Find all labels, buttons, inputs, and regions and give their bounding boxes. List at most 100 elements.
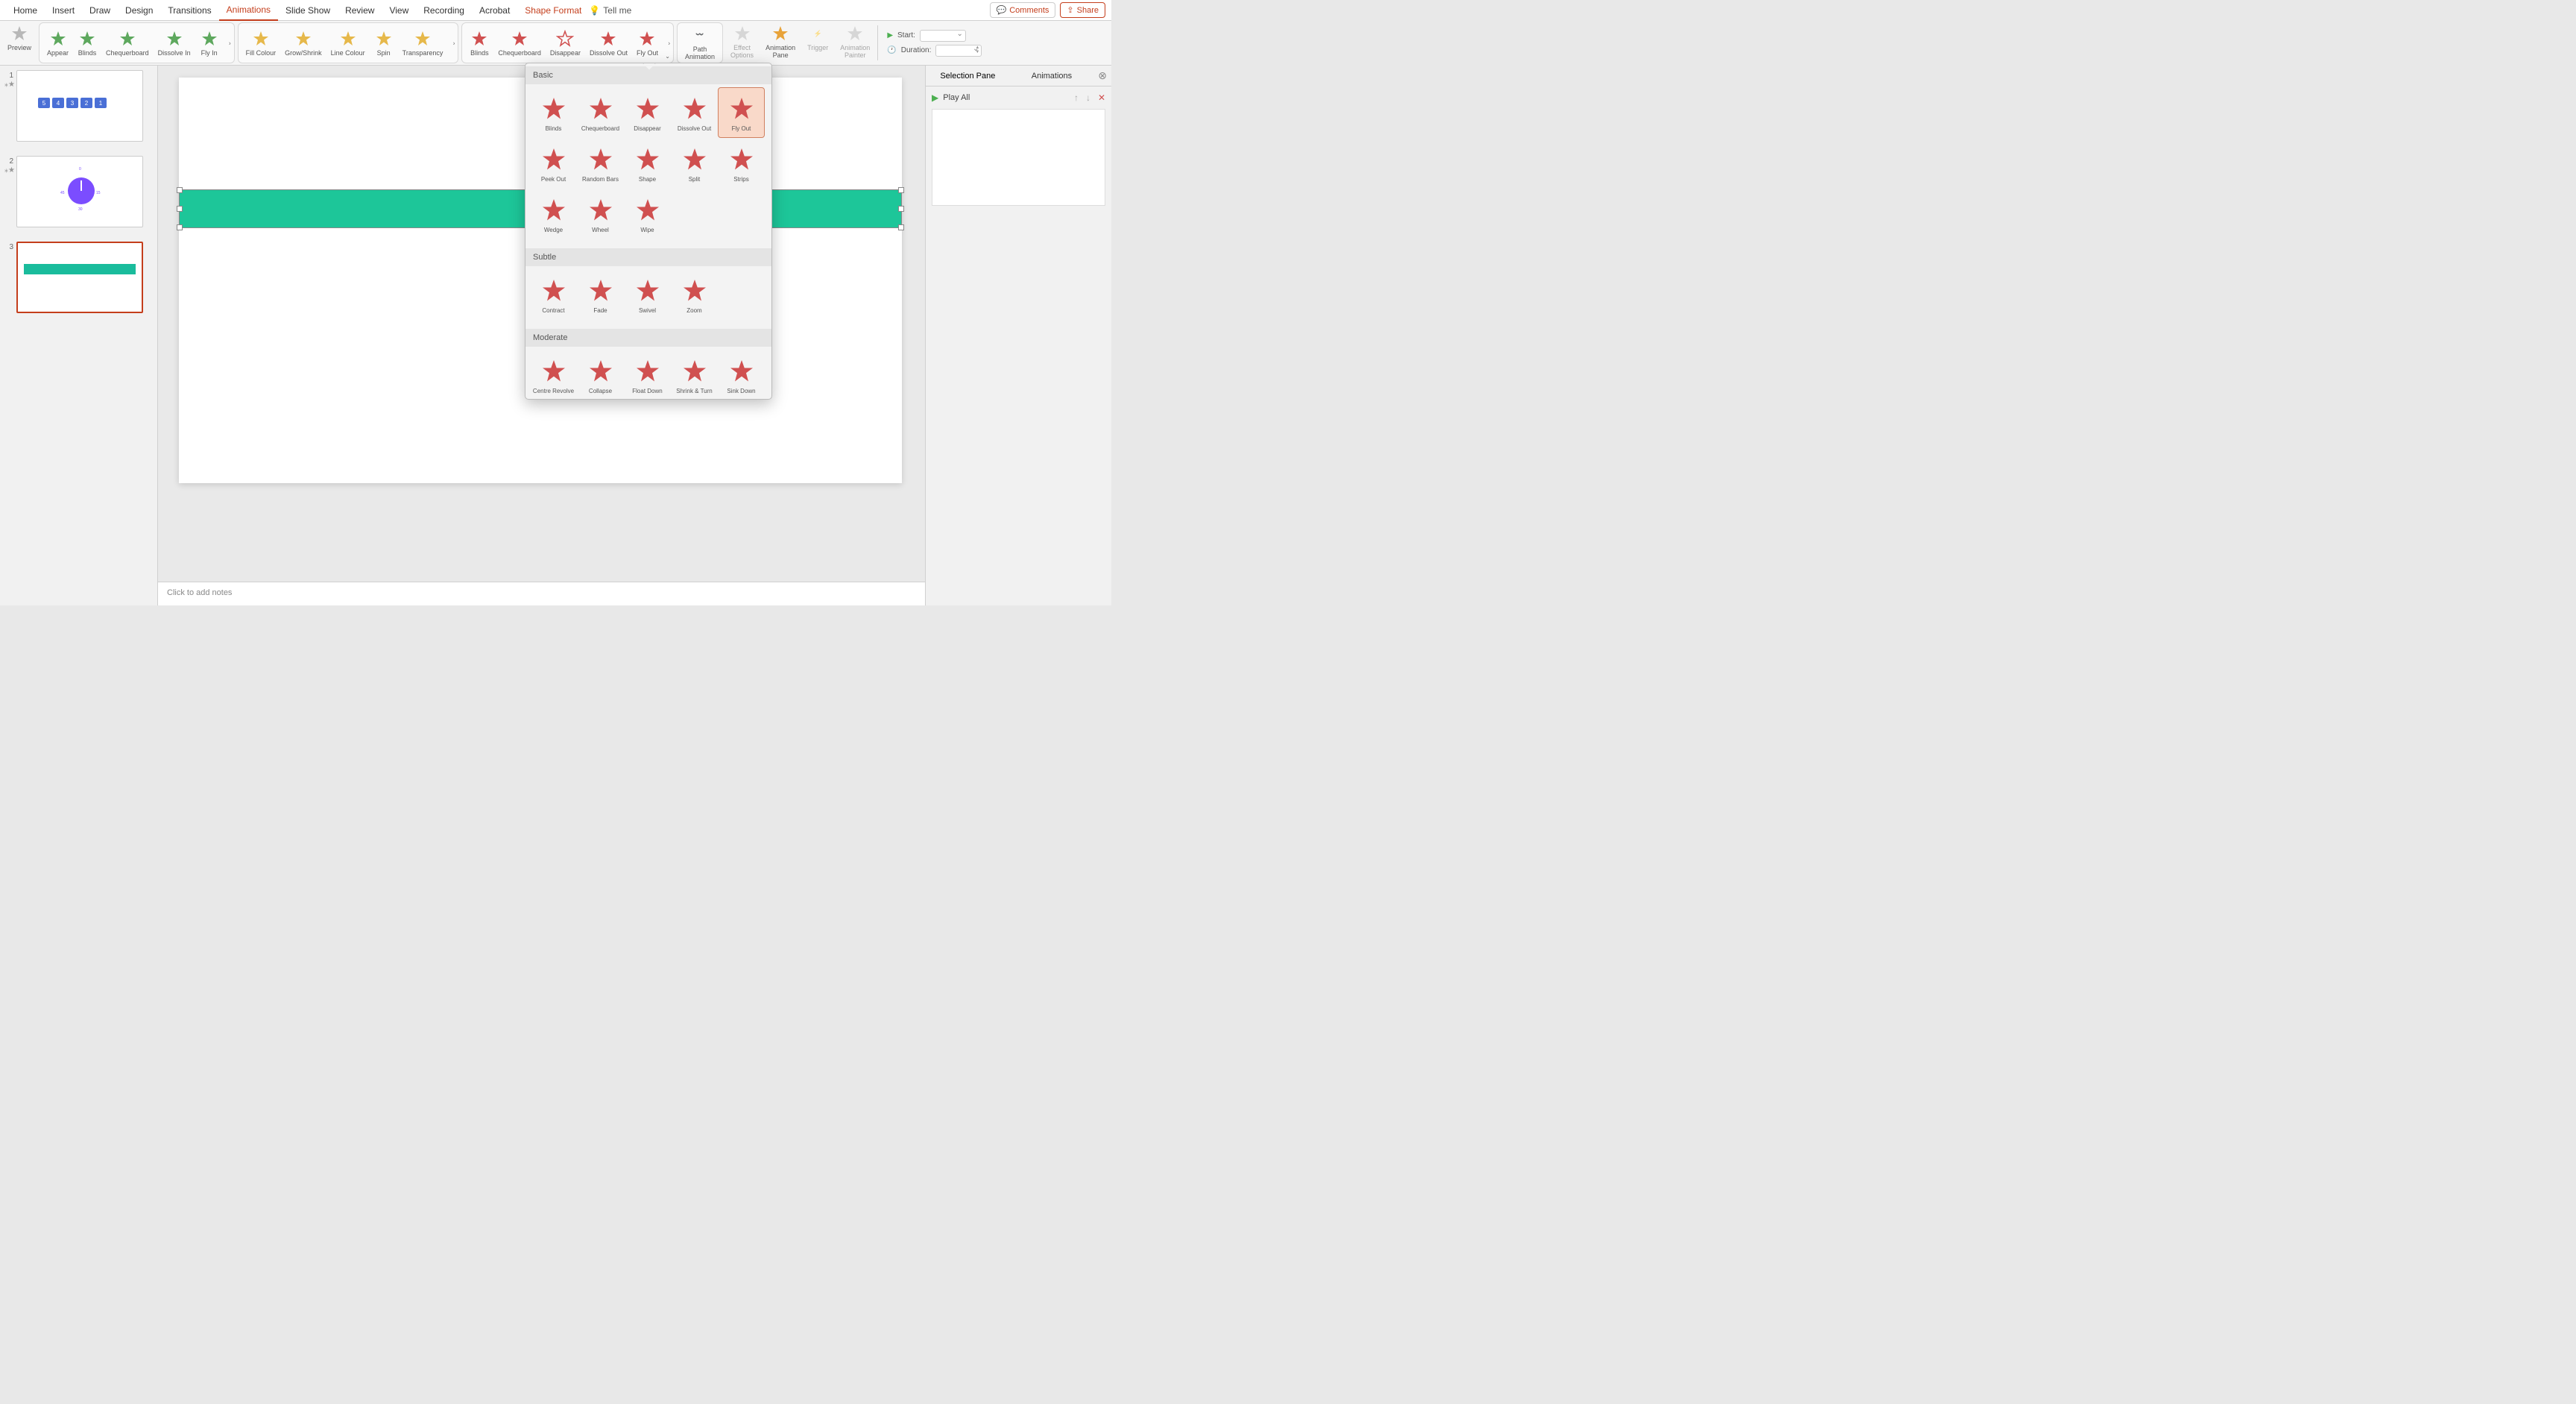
emphasis-transparency[interactable]: Transparency	[398, 28, 448, 59]
star-icon	[680, 356, 710, 386]
exit-chequerboard[interactable]: Chequerboard	[493, 28, 546, 59]
comments-button[interactable]: 💬 Comments	[990, 2, 1056, 18]
effect-options-button[interactable]: Effect Options	[726, 22, 758, 63]
tab-transitions[interactable]: Transitions	[160, 1, 218, 20]
gallery-item-split[interactable]: Split	[671, 138, 718, 189]
play-all-button[interactable]: Play All	[943, 93, 970, 102]
exit-dissolve-out[interactable]: Dissolve Out	[585, 28, 632, 59]
tab-recording[interactable]: Recording	[416, 1, 472, 20]
entrance-more-icon[interactable]: ›	[227, 38, 233, 48]
entrance-chequerboard[interactable]: Chequerboard	[101, 28, 154, 59]
emphasis-spin[interactable]: Spin	[370, 28, 398, 59]
entrance-blinds[interactable]: Blinds	[73, 28, 101, 59]
tab-insert[interactable]: Insert	[45, 1, 82, 20]
gallery-item-contract[interactable]: Contract	[530, 269, 577, 320]
tab-draw[interactable]: Draw	[82, 1, 118, 20]
thumb-box: 1	[95, 98, 107, 108]
emphasis-line-colour[interactable]: Line Colour	[326, 28, 370, 59]
gallery-scroll[interactable]: Basic BlindsChequerboardDisappearDissolv…	[525, 63, 771, 399]
gallery-item-shape[interactable]: Shape	[624, 138, 671, 189]
tab-animations[interactable]: Animations	[219, 0, 278, 21]
comments-label: Comments	[1009, 6, 1049, 15]
entrance-fly-in[interactable]: Fly In	[195, 28, 224, 59]
gallery-item-dissolve-out[interactable]: Dissolve Out	[671, 87, 718, 138]
animation-list[interactable]	[932, 109, 1105, 206]
share-button[interactable]: ⇪ Share	[1060, 2, 1105, 18]
gallery-item-centre-revolve[interactable]: Centre Revolve	[530, 350, 577, 399]
exit-fly-out[interactable]: Fly Out	[632, 28, 663, 59]
tell-me[interactable]: 💡 Tell me	[589, 5, 631, 16]
painter-icon	[845, 24, 865, 43]
star-icon	[680, 145, 710, 174]
resize-handle[interactable]	[898, 206, 904, 212]
star-icon	[727, 94, 757, 124]
gallery-item-shrink-turn[interactable]: Shrink & Turn	[671, 350, 718, 399]
gallery-item-random-bars[interactable]: Random Bars	[577, 138, 624, 189]
resize-handle[interactable]	[898, 187, 904, 193]
gallery-item-strips[interactable]: Strips	[718, 138, 765, 189]
start-combo[interactable]	[920, 30, 966, 42]
gallery-item-sink-down[interactable]: Sink Down	[718, 350, 765, 399]
resize-handle[interactable]	[177, 187, 183, 193]
animation-painter-button[interactable]: Animation Painter	[836, 22, 874, 63]
gallery-item-blinds[interactable]: Blinds	[530, 87, 577, 138]
gallery-item-chequerboard[interactable]: Chequerboard	[577, 87, 624, 138]
gallery-item-peek-out[interactable]: Peek Out	[530, 138, 577, 189]
selection-pane-tab[interactable]: Selection Pane	[926, 67, 1010, 85]
emphasis-gallery: Fill Colour Grow/Shrink Line Colour Spin…	[238, 22, 459, 63]
slide-thumb-3[interactable]	[16, 242, 143, 313]
exit-more-icon[interactable]: ›	[666, 38, 672, 48]
tab-home[interactable]: Home	[6, 1, 45, 20]
gallery-item-swivel[interactable]: Swivel	[624, 269, 671, 320]
emphasis-grow-shrink[interactable]: Grow/Shrink	[280, 28, 326, 59]
gallery-item-label: Swivel	[639, 307, 656, 314]
animation-pane-button[interactable]: Animation Pane	[761, 22, 800, 63]
entrance-dissolve-in[interactable]: Dissolve In	[154, 28, 195, 59]
share-label: Share	[1077, 6, 1099, 15]
animations-pane-tab[interactable]: Animations	[1010, 67, 1094, 85]
gallery-item-wedge[interactable]: Wedge	[530, 189, 577, 239]
gallery-item-wheel[interactable]: Wheel	[577, 189, 624, 239]
resize-handle[interactable]	[177, 224, 183, 230]
emphasis-more-icon[interactable]: ›	[452, 38, 457, 48]
gallery-item-float-down[interactable]: Float Down	[624, 350, 671, 399]
exit-disappear[interactable]: Disappear	[546, 28, 585, 59]
exit-blinds[interactable]: Blinds	[465, 28, 493, 59]
gallery-item-label: Peek Out	[541, 176, 566, 183]
duration-stepper[interactable]: ▲▼	[935, 45, 982, 57]
lightbulb-icon: 💡	[589, 5, 600, 16]
delete-icon[interactable]: ✕	[1098, 92, 1105, 103]
slide-thumb-2[interactable]: 0 15 30 45	[16, 156, 143, 227]
tab-slide-show[interactable]: Slide Show	[278, 1, 338, 20]
tab-design[interactable]: Design	[118, 1, 160, 20]
gallery-item-disappear[interactable]: Disappear	[624, 87, 671, 138]
close-panel-icon[interactable]: ⊗	[1093, 69, 1111, 82]
move-up-icon[interactable]: ↑	[1074, 92, 1079, 103]
gallery-item-wipe[interactable]: Wipe	[624, 189, 671, 239]
emphasis-fill-colour[interactable]: Fill Colour	[242, 28, 281, 59]
exit-dropdown-icon[interactable]: ⌄	[663, 51, 672, 61]
tab-view[interactable]: View	[382, 1, 416, 20]
path-animation-button[interactable]: 〰️ Path Animation	[681, 24, 719, 63]
gallery-item-zoom[interactable]: Zoom	[671, 269, 718, 320]
trigger-button[interactable]: ⚡ Trigger	[803, 22, 833, 63]
slide-panel[interactable]: 1 5 4 3 2 1 ⁎★ 2 0 15	[0, 66, 158, 605]
entrance-appear[interactable]: Appear	[42, 28, 73, 59]
tab-review[interactable]: Review	[338, 1, 382, 20]
thumb-box: 5	[38, 98, 50, 108]
preview-button[interactable]: Preview	[3, 22, 36, 63]
slide-thumb-1[interactable]: 5 4 3 2 1	[16, 70, 143, 142]
move-down-icon[interactable]: ↓	[1086, 92, 1090, 103]
gallery-item-label: Strips	[733, 176, 748, 183]
gallery-item-collapse[interactable]: Collapse	[577, 350, 624, 399]
tab-shape-format[interactable]: Shape Format	[517, 1, 589, 20]
resize-handle[interactable]	[898, 224, 904, 230]
resize-handle[interactable]	[177, 206, 183, 212]
animation-pane-icon	[771, 24, 790, 43]
gallery-item-fade[interactable]: Fade	[577, 269, 624, 320]
tab-acrobat[interactable]: Acrobat	[472, 1, 517, 20]
notes-area[interactable]: Click to add notes	[158, 582, 925, 605]
gallery-item-fly-out[interactable]: Fly Out	[718, 87, 765, 138]
star-icon	[633, 276, 663, 306]
gallery-item-label: Wipe	[640, 227, 654, 233]
